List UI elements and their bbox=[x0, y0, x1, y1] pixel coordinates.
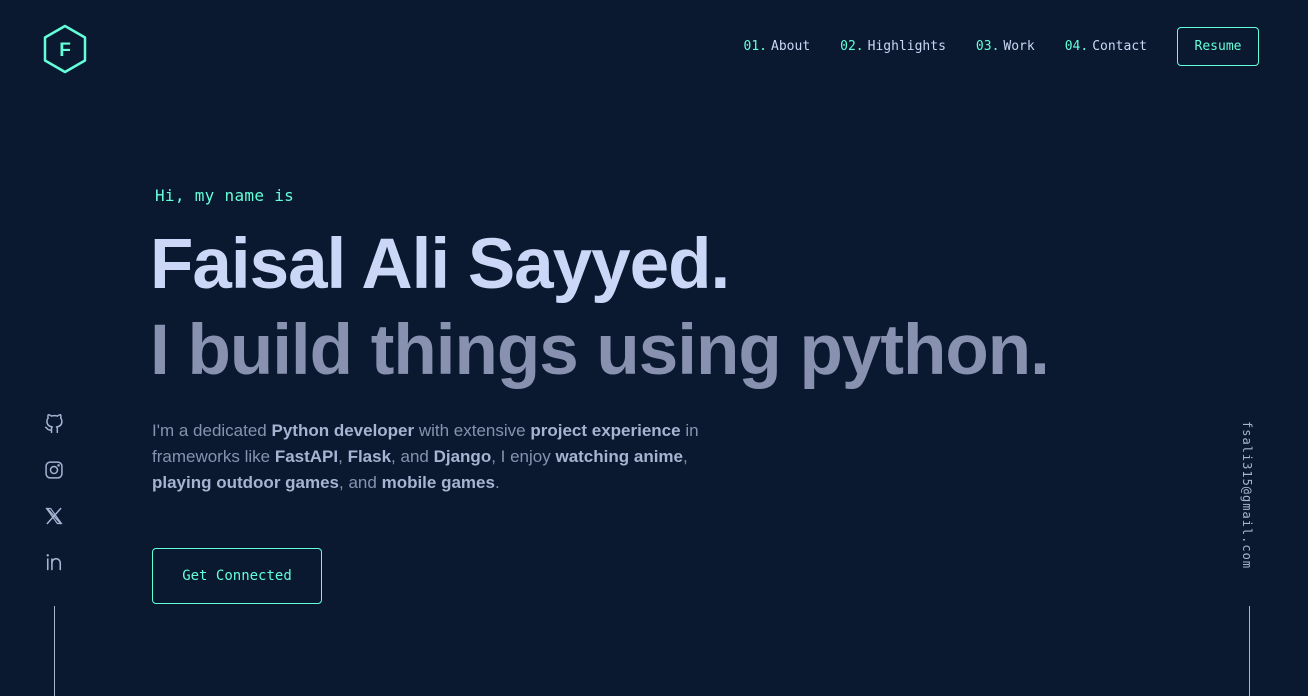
bio-text: , bbox=[683, 447, 688, 466]
left-vertical-line bbox=[54, 606, 55, 696]
hexagon-logo-icon: F bbox=[43, 24, 87, 74]
nav-number: 04. bbox=[1064, 39, 1089, 54]
right-vertical-line bbox=[1249, 606, 1250, 696]
bio-text: , I enjoy bbox=[491, 447, 556, 466]
github-link[interactable] bbox=[40, 410, 68, 438]
resume-button[interactable]: Resume bbox=[1177, 27, 1259, 66]
nav-label: Contact bbox=[1092, 39, 1147, 54]
bio-highlight: project experience bbox=[530, 421, 681, 440]
linkedin-icon bbox=[46, 554, 62, 571]
instagram-icon bbox=[45, 461, 63, 479]
github-icon bbox=[44, 414, 63, 434]
bio-highlight: FastAPI bbox=[274, 447, 339, 466]
linkedin-link[interactable] bbox=[40, 548, 68, 576]
hero-greeting: Hi, my name is bbox=[155, 186, 295, 205]
bio-highlight: Flask bbox=[347, 447, 392, 466]
x-twitter-icon bbox=[45, 507, 63, 525]
nav-number: 03. bbox=[975, 39, 1000, 54]
social-links bbox=[40, 410, 68, 594]
nav-label: Work bbox=[1003, 39, 1035, 54]
nav-item-highlights[interactable]: 02. Highlights bbox=[840, 39, 946, 54]
email-link[interactable]: fsali315@gmail.com bbox=[1240, 421, 1254, 569]
bio-text: with extensive bbox=[414, 421, 531, 440]
bio-text: , and bbox=[339, 473, 382, 492]
bio-text: , bbox=[338, 447, 348, 466]
logo-letter: F bbox=[59, 40, 71, 61]
bio-text: I'm a dedicated bbox=[152, 421, 272, 440]
nav-number: 02. bbox=[840, 39, 864, 54]
main-nav: 01. About 02. Highlights 03. Work 04. Contac… bbox=[744, 27, 1259, 66]
nav-item-contact[interactable]: 04. Contact bbox=[1065, 39, 1147, 54]
nav-label: Highlights bbox=[867, 39, 946, 54]
bio-highlight: Django bbox=[433, 447, 492, 466]
nav-label: About bbox=[771, 39, 811, 54]
bio-highlight: mobile games bbox=[381, 473, 495, 492]
bio-text: . bbox=[494, 473, 500, 492]
nav-item-about[interactable]: 01. About bbox=[744, 39, 811, 54]
instagram-link[interactable] bbox=[40, 456, 68, 484]
get-connected-button[interactable]: Get Connected bbox=[152, 548, 322, 604]
bio-highlight: watching anime bbox=[555, 447, 683, 466]
hero-bio: I'm a dedicated Python developer with ex… bbox=[152, 418, 712, 496]
nav-number: 01. bbox=[743, 39, 768, 54]
logo[interactable]: F bbox=[42, 24, 88, 74]
bio-highlight: Python developer bbox=[271, 421, 415, 440]
hero-tagline: I build things using python. bbox=[150, 311, 1050, 390]
hero-name: Faisal Ali Sayyed. bbox=[150, 225, 730, 304]
bio-highlight: playing outdoor games bbox=[152, 473, 340, 492]
bio-text: , and bbox=[391, 447, 434, 466]
x-twitter-link[interactable] bbox=[40, 502, 68, 530]
nav-item-work[interactable]: 03. Work bbox=[976, 39, 1035, 54]
